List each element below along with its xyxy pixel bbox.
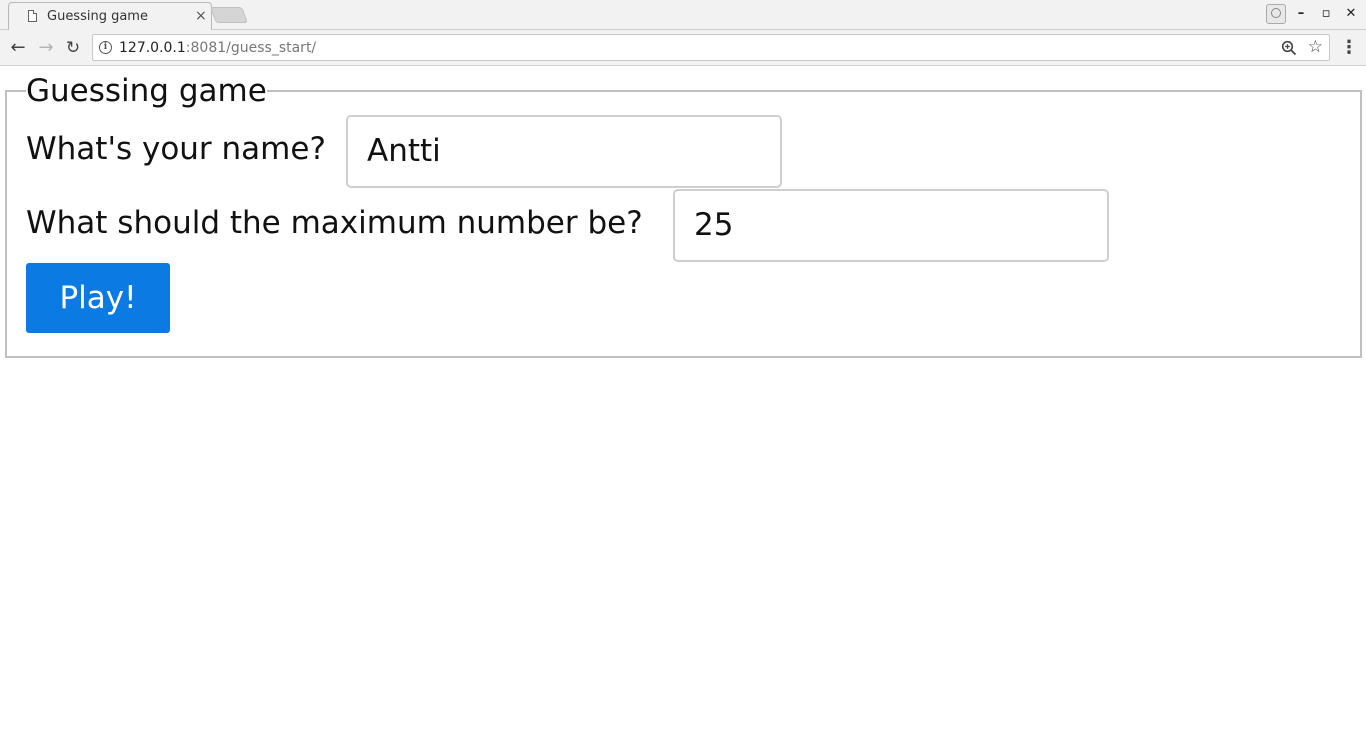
url-host: 127.0.0.1 <box>119 40 186 56</box>
browser-toolbar: ← → ↻ i 127.0.0.1:8081/guess_start/ ☆ ⋮ <box>0 30 1366 66</box>
page-content: Guessing game What's your name? Antti Wh… <box>0 66 1366 743</box>
url-path: :8081/guess_start/ <box>185 40 317 56</box>
max-number-label: What should the maximum number be? <box>26 205 643 241</box>
window-close-icon[interactable]: ✕ <box>1342 5 1360 23</box>
arrow-left-icon[interactable]: ← <box>7 37 29 59</box>
new-tab-button[interactable] <box>210 7 248 23</box>
zoom-icon[interactable] <box>1281 40 1297 56</box>
reload-icon[interactable]: ↻ <box>62 37 84 59</box>
tab-strip: Guessing game × – ▫ ✕ <box>0 0 1366 30</box>
url-text[interactable]: 127.0.0.1:8081/guess_start/ <box>119 39 316 57</box>
page-icon <box>28 10 37 22</box>
name-input[interactable]: Antti <box>346 115 782 188</box>
star-icon[interactable]: ☆ <box>1308 37 1323 57</box>
arrow-right-icon[interactable]: → <box>35 37 57 59</box>
profile-icon[interactable] <box>1266 4 1286 24</box>
kebab-menu-icon[interactable]: ⋮ <box>1340 37 1358 59</box>
form-legend: Guessing game <box>26 73 267 109</box>
name-label: What's your name? <box>26 131 326 167</box>
minimize-icon[interactable]: – <box>1292 5 1310 23</box>
tab-close-icon[interactable]: × <box>195 8 207 24</box>
address-bar[interactable]: i 127.0.0.1:8081/guess_start/ ☆ <box>92 34 1330 61</box>
max-number-input[interactable]: 25 <box>673 189 1109 262</box>
play-button[interactable]: Play! <box>26 263 170 333</box>
maximize-icon[interactable]: ▫ <box>1317 5 1335 23</box>
browser-tab[interactable]: Guessing game × <box>8 2 212 30</box>
tab-title: Guessing game <box>47 9 148 24</box>
info-icon[interactable]: i <box>99 41 112 54</box>
